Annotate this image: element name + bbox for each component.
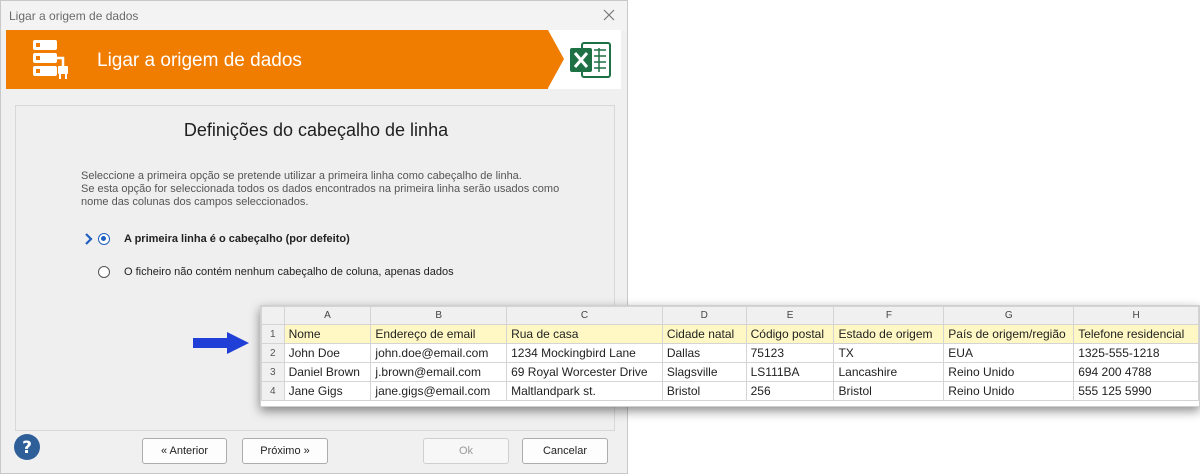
column-header: G: [943, 306, 1075, 325]
banner-notch: [548, 30, 564, 88]
option-label: A primeira linha é o cabeçalho (por defe…: [124, 233, 350, 245]
table-cell: Telefone residencial: [1073, 324, 1199, 344]
table-cell: EUA: [943, 343, 1075, 363]
table-cell: Estado de origem: [833, 324, 945, 344]
table-cell: LS111BA: [745, 362, 835, 382]
radio-button[interactable]: [98, 233, 110, 245]
description-line: Seleccione a primeira opção se pretende …: [81, 170, 522, 182]
table-cell: 694 200 4788: [1073, 362, 1199, 382]
table-cell: Bristol: [661, 381, 747, 401]
table-cell: 555 125 5990: [1073, 381, 1199, 401]
chevron-right-icon: [85, 233, 93, 245]
table-cell: john.doe@email.com: [370, 343, 508, 363]
table-cell: Dallas: [661, 343, 747, 363]
radio-button[interactable]: [98, 266, 110, 278]
previous-button[interactable]: « Anterior: [142, 438, 227, 464]
table-cell: John Doe: [283, 343, 372, 363]
option-label: O ficheiro não contém nenhum cabeçalho d…: [124, 266, 454, 278]
table-cell: Reino Unido: [943, 381, 1075, 401]
table-cell: 69 Royal Worcester Drive: [506, 362, 663, 382]
window-title: Ligar a origem de dados: [9, 9, 139, 23]
page-heading: Definições do cabeçalho de linha: [183, 120, 449, 140]
row-number: 1: [261, 324, 285, 344]
table-cell: j.brown@email.com: [370, 362, 508, 382]
column-header: B: [370, 306, 508, 325]
table-cell: Maltlandpark st.: [506, 381, 663, 401]
table-cell: 256: [745, 381, 835, 401]
table-cell: Rua de casa: [506, 324, 663, 344]
table-cell: País de origem/região: [943, 324, 1075, 344]
table-row: 3 Daniel Brown j.brown@email.com 69 Roya…: [261, 362, 1199, 382]
table-cell: Endereço de email: [370, 324, 508, 344]
close-icon[interactable]: [601, 7, 617, 23]
table-cell: Cidade natal: [661, 324, 747, 344]
column-header: E: [745, 306, 835, 325]
next-button[interactable]: Próximo »: [242, 438, 328, 464]
table-cell: Bristol: [833, 381, 945, 401]
table-cell: Daniel Brown: [283, 362, 372, 382]
spreadsheet-preview: A B C D E F G H 1 Nome Endereço de email…: [260, 305, 1200, 407]
arrow-right-icon: [193, 332, 249, 354]
cancel-button[interactable]: Cancelar: [522, 438, 608, 464]
table-cell: TX: [833, 343, 945, 363]
column-header: D: [661, 306, 747, 325]
column-header: C: [506, 306, 663, 325]
row-number: 3: [261, 362, 285, 382]
table-cell: Reino Unido: [943, 362, 1075, 382]
row-number: 2: [261, 343, 285, 363]
row-number: 4: [261, 381, 285, 401]
column-header: A: [283, 306, 372, 325]
table-row: 2 John Doe john.doe@email.com 1234 Mocki…: [261, 343, 1199, 363]
column-header: F: [833, 306, 945, 325]
wizard-banner: Ligar a origem de dados: [6, 30, 621, 89]
table-cell: Lancashire: [833, 362, 945, 382]
column-header-row: A B C D E F G H: [261, 306, 1199, 325]
description-line: Se esta opção for seleccionada todos os …: [81, 183, 560, 195]
table-cell: 75123: [745, 343, 835, 363]
description-line: nome das colunas dos campos seleccionado…: [81, 196, 309, 208]
table-cell: Slagsville: [661, 362, 747, 382]
excel-icon: [570, 42, 611, 78]
table-cell: 1234 Mockingbird Lane: [506, 343, 663, 363]
sheet-corner: [261, 306, 285, 325]
table-cell: Nome: [283, 324, 372, 344]
banner-title: Ligar a origem de dados: [97, 50, 302, 71]
description-text: Seleccione a primeira opção se pretende …: [81, 170, 601, 209]
spreadsheet-table: A B C D E F G H 1 Nome Endereço de email…: [261, 306, 1199, 401]
table-cell: Jane Gigs: [283, 381, 372, 401]
table-cell: jane.gigs@email.com: [370, 381, 508, 401]
title-bar: Ligar a origem de dados: [1, 1, 627, 31]
table-row: 4 Jane Gigs jane.gigs@email.com Maltland…: [261, 381, 1199, 401]
database-plug-icon: [33, 40, 68, 79]
column-header: H: [1073, 306, 1199, 325]
table-cell: Código postal: [745, 324, 835, 344]
table-row: 1 Nome Endereço de email Rua de casa Cid…: [261, 324, 1199, 344]
table-cell: 1325-555-1218: [1073, 343, 1199, 363]
ok-button[interactable]: Ok: [423, 438, 509, 464]
help-icon[interactable]: ?: [13, 433, 41, 461]
svg-text:?: ?: [22, 438, 32, 458]
